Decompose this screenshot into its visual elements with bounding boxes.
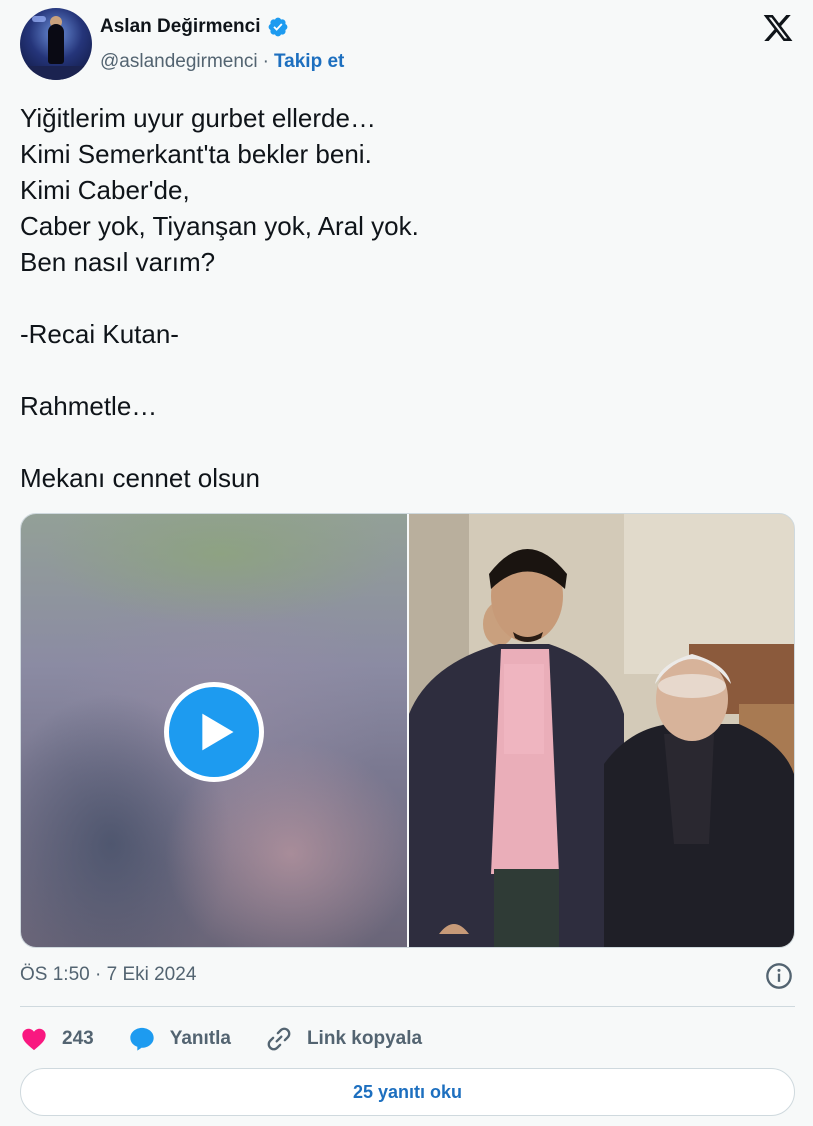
- read-replies-button[interactable]: 25 yanıtı oku: [20, 1068, 795, 1116]
- photo-illustration: [409, 514, 794, 947]
- follow-button[interactable]: Takip et: [274, 51, 344, 73]
- like-count: 243: [62, 1028, 94, 1049]
- video-thumbnail[interactable]: [21, 514, 407, 947]
- avatar-person-body: [48, 24, 64, 64]
- tweet-text-line: Mekanı cennet olsun: [20, 463, 260, 493]
- play-button[interactable]: [164, 682, 264, 782]
- speech-bubble-icon: [130, 1027, 154, 1051]
- avatar-stage-light: [32, 16, 46, 22]
- info-icon[interactable]: [765, 962, 793, 990]
- author-handle-row: @aslandegirmenci · Takip et: [100, 51, 344, 73]
- tweet-text-line: Ben nasıl varım?: [20, 247, 216, 277]
- verified-badge-icon: [268, 17, 287, 37]
- tweet-text-line: Rahmetle…: [20, 391, 158, 421]
- tweet-text-line: Kimi Caber'de,: [20, 175, 190, 205]
- media-grid: [20, 513, 795, 948]
- tweet-text-line: Kimi Semerkant'ta bekler beni.: [20, 139, 372, 169]
- photo-thumbnail[interactable]: [409, 514, 794, 947]
- like-button[interactable]: 243: [20, 1025, 94, 1053]
- avatar[interactable]: [20, 8, 92, 80]
- avatar-stage: [20, 66, 92, 80]
- tweet-text-line: [20, 280, 795, 316]
- x-logo-icon[interactable]: [761, 12, 795, 44]
- tweet-text-line: Caber yok, Tiyanşan yok, Aral yok.: [20, 211, 419, 241]
- copy-link-button[interactable]: Link kopyala: [265, 1025, 422, 1053]
- play-icon: [202, 713, 234, 751]
- tweet-timestamp[interactable]: ÖS 1:50 · 7 Eki 2024: [20, 964, 196, 986]
- divider: [20, 1006, 795, 1007]
- link-icon: [267, 1027, 291, 1051]
- copy-link-label: Link kopyala: [306, 1028, 423, 1049]
- handle-separator: ·: [262, 51, 269, 72]
- heart-icon: [22, 1028, 46, 1051]
- author-handle[interactable]: @aslandegirmenci: [100, 51, 258, 73]
- author-name-row: Aslan Değirmenci: [100, 16, 289, 38]
- reply-label: Yanıtla: [169, 1028, 231, 1049]
- action-bar: 243 Yanıtla Link kopyala: [20, 1020, 456, 1058]
- tweet-header: Aslan Değirmenci @aslandegirmenci · Taki…: [20, 8, 795, 80]
- author-display-name[interactable]: Aslan Değirmenci: [100, 16, 261, 38]
- tweet-text-line: [20, 424, 795, 460]
- tweet-text-line: -Recai Kutan-: [20, 319, 179, 349]
- reply-button[interactable]: Yanıtla: [128, 1025, 231, 1053]
- tweet-text: Yiğitlerim uyur gurbet ellerde… Kimi Sem…: [20, 100, 795, 496]
- tweet-text-line: Yiğitlerim uyur gurbet ellerde…: [20, 103, 376, 133]
- tweet-text-line: [20, 352, 795, 388]
